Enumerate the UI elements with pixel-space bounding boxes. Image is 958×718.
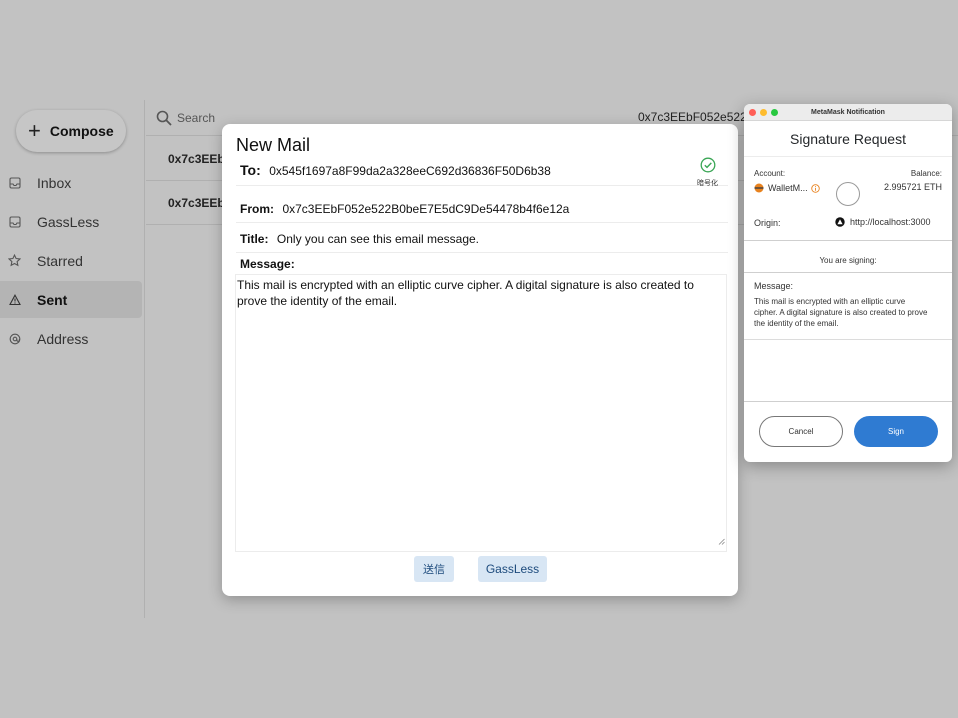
minimize-window-button[interactable] [760, 109, 767, 116]
compose-label: Compose [49, 123, 114, 139]
sidebar-item-label: GassLess [37, 213, 100, 230]
balance-value: 2.995721 ETH [883, 182, 942, 192]
title-field[interactable]: Title: Only you can see this email messa… [236, 230, 728, 253]
check-circle-icon [700, 157, 715, 173]
account-name: WalletM... [768, 183, 808, 193]
to-label: To: [240, 162, 261, 178]
inbox-icon [8, 176, 21, 189]
divider [744, 272, 952, 273]
sidebar-item-label: Sent [37, 291, 68, 308]
account-address: 0x7c3EEbF052e522B [638, 110, 755, 124]
sign-button[interactable]: Sign [854, 416, 938, 447]
inbox-icon [8, 215, 21, 228]
divider [744, 339, 952, 340]
mail-sender: 0x7c3EEbI [168, 196, 229, 210]
origin-value: http://localhost:3000 [850, 217, 931, 227]
message-text: This mail is encrypted with an elliptic … [237, 278, 694, 308]
origin-label: Origin: [754, 218, 781, 228]
search-icon [156, 110, 172, 131]
compose-button[interactable]: + Compose [16, 110, 126, 152]
gassless-button[interactable]: GassLess [478, 556, 547, 582]
account-selector[interactable]: WalletM... [754, 183, 820, 193]
cancel-button[interactable]: Cancel [759, 416, 843, 447]
message-text: This mail is encrypted with an elliptic … [754, 297, 928, 329]
from-field[interactable]: From: 0x7c3EEbF052e522B0beE7E5dC9De54478… [236, 200, 728, 223]
from-input[interactable]: 0x7c3EEbF052e522B0beE7E5dC9De54478b4f6e1… [282, 202, 569, 216]
sidebar-divider [144, 100, 145, 618]
at-icon [8, 332, 21, 345]
star-icon [8, 254, 21, 267]
balance-label: Balance: [910, 169, 942, 178]
divider [744, 240, 952, 241]
new-mail-dialog: New Mail To: 0x545f1697a8F99da2a328eeC69… [222, 124, 738, 596]
plus-icon: + [28, 118, 41, 143]
message-label: Message: [754, 281, 794, 291]
window-titlebar: MetaMask Notification [744, 104, 952, 121]
signing-label: You are signing: [819, 256, 877, 265]
message-label: Message: [240, 257, 295, 271]
metamask-window: MetaMask Notification Signature Request … [744, 104, 952, 462]
sidebar-item-label: Inbox [37, 174, 72, 191]
info-icon[interactable] [810, 183, 820, 193]
sidebar-item-starred[interactable]: Starred [0, 242, 142, 279]
to-input[interactable]: 0x545f1697a8F99da2a328eeC692d36836F50D6b… [269, 164, 551, 178]
search-input[interactable]: Search [177, 111, 215, 125]
to-field[interactable]: To: 0x545f1697a8F99da2a328eeC692d36836F5… [236, 162, 728, 186]
dialog-title: New Mail [236, 135, 311, 155]
account-label: Account: [754, 169, 786, 178]
resize-handle-icon[interactable] [718, 534, 725, 550]
window-title: MetaMask Notification [811, 108, 885, 116]
sidebar-item-sent[interactable]: Sent [0, 281, 142, 318]
title-label: Title: [240, 232, 269, 246]
fox-avatar-icon [754, 183, 764, 193]
from-label: From: [240, 202, 274, 216]
encrypt-toggle[interactable]: 暗号化 [697, 157, 718, 188]
divider [744, 401, 952, 402]
warning-icon [8, 293, 21, 306]
maximize-window-button[interactable] [771, 109, 778, 116]
sidebar-item-gassless[interactable]: GassLess [0, 203, 142, 240]
signature-request-title: Signature Request [790, 130, 906, 147]
close-window-button[interactable] [749, 109, 756, 116]
title-input[interactable]: Only you can see this email message. [277, 232, 479, 246]
sidebar-item-label: Address [37, 330, 89, 347]
site-icon [835, 217, 845, 227]
sidebar-nav: Inbox GassLess Starred Sent Address [0, 164, 142, 359]
header-notch [840, 157, 854, 165]
mail-sender: 0x7c3EEbI [168, 152, 229, 166]
sidebar-item-address[interactable]: Address [0, 320, 142, 357]
signature-request-header: Signature Request [744, 121, 952, 157]
origin: http://localhost:3000 [835, 217, 931, 227]
message-textarea[interactable]: This mail is encrypted with an elliptic … [235, 274, 727, 552]
sidebar-item-inbox[interactable]: Inbox [0, 164, 142, 201]
sidebar-item-label: Starred [37, 252, 83, 269]
account-identicon [836, 182, 860, 206]
send-button[interactable]: 送信 [414, 556, 454, 582]
encrypt-label: 暗号化 [697, 180, 718, 187]
